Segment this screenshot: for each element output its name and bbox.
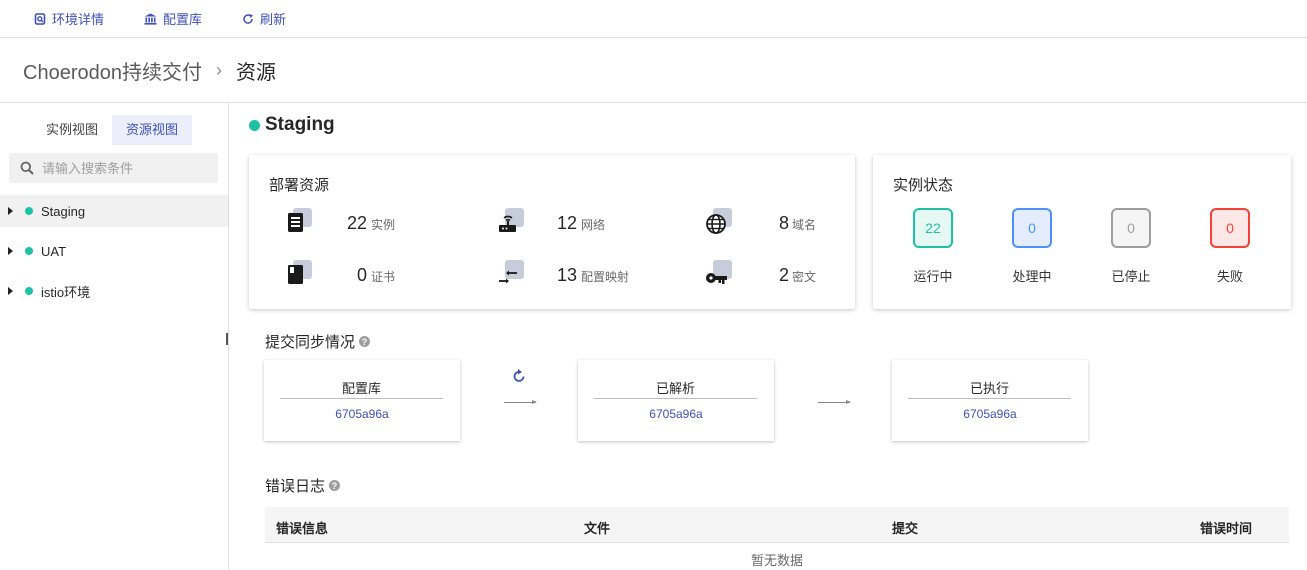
config-map-label: 配置映射 (581, 270, 630, 284)
sync-stage-parsed: 已解析 6705a96a (578, 360, 774, 441)
environment-name: Staging (265, 114, 335, 135)
column-header-file: 文件 (584, 521, 611, 536)
certificate-label: 证书 (371, 270, 396, 284)
sync-stage-label: 配置库 (280, 378, 443, 399)
sync-section-title: 提交同步情况 ? (265, 331, 371, 352)
expand-caret-icon[interactable] (8, 287, 13, 295)
tab-resource-view[interactable]: 资源视图 (112, 115, 193, 145)
status-failed-label: 失败 (1216, 269, 1243, 284)
error-log-table-header: 错误信息 文件 提交 错误时间 (265, 507, 1289, 543)
env-item-label: Staging (41, 203, 86, 219)
top-toolbar: 环境详情 配置库 刷新 (0, 0, 1307, 38)
network-label: 网络 (581, 218, 606, 232)
env-status-dot (25, 247, 33, 255)
config-repo-label: 配置库 (163, 12, 203, 27)
network-count: 12 (556, 213, 577, 233)
env-details-icon (34, 12, 46, 25)
instance-label: 实例 (371, 218, 396, 232)
sync-stage-label: 已执行 (908, 378, 1071, 399)
sync-stage-executed: 已执行 6705a96a (892, 360, 1088, 441)
instance-status-card: 实例状态 22 运行中 0 处理中 0 已停止 0 失败 (873, 155, 1291, 309)
domain-count: 8 (778, 213, 789, 233)
expand-caret-icon[interactable] (8, 247, 13, 255)
status-processing-box[interactable]: 0 (1012, 208, 1052, 248)
breadcrumb: Choerodon持续交付 › 资源 (0, 38, 1307, 103)
error-log-title-text: 错误日志 (265, 478, 326, 495)
status-stopped-box[interactable]: 0 (1111, 208, 1151, 248)
env-status-dot (249, 119, 260, 131)
status-running-label: 运行中 (913, 269, 953, 284)
column-header-error-info: 错误信息 (276, 521, 329, 536)
page-title: 资源 (235, 61, 276, 84)
env-details-label: 环境详情 (52, 12, 105, 27)
refresh-icon (243, 13, 254, 24)
secret-count: 2 (778, 265, 789, 285)
bank-icon (144, 13, 157, 25)
sync-arrow-icon (818, 400, 851, 404)
env-status-dot (25, 207, 33, 215)
refresh-label: 刷新 (260, 12, 287, 27)
search-box (9, 153, 218, 183)
deploy-resources-card: 部署资源 22 实例 12 网络 8 域名 0 证书 13 配置映射 2 密文 (249, 155, 855, 309)
certificate-count: 0 (356, 265, 367, 285)
env-item-label: istio环境 (41, 284, 91, 300)
tab-instance-view[interactable]: 实例视图 (32, 115, 112, 145)
breadcrumb-separator-icon: › (215, 59, 222, 80)
column-header-error-time: 错误时间 (1200, 521, 1253, 536)
expand-caret-icon[interactable] (8, 207, 13, 215)
help-icon[interactable]: ? (329, 480, 341, 491)
status-failed-box[interactable]: 0 (1210, 208, 1250, 248)
refresh-button[interactable]: 刷新 (242, 9, 286, 28)
column-header-commit: 提交 (892, 521, 919, 536)
instance-count: 22 (346, 213, 367, 233)
sidebar-resize-handle[interactable] (226, 333, 228, 345)
help-icon[interactable]: ? (359, 336, 371, 347)
sync-title-text: 提交同步情况 (265, 334, 356, 351)
deploy-resources-title: 部署资源 (269, 177, 330, 194)
sidebar: 实例视图 资源视图 Staging UAT istio环境 (0, 103, 229, 570)
sync-stage-commit[interactable]: 6705a96a (264, 407, 460, 421)
env-item-uat[interactable]: UAT (0, 235, 228, 267)
sync-stage-commit[interactable]: 6705a96a (892, 407, 1088, 421)
sync-stage-commit[interactable]: 6705a96a (578, 407, 774, 421)
env-status-dot (25, 287, 33, 295)
status-running-box[interactable]: 22 (913, 208, 953, 248)
config-map-count: 13 (556, 265, 577, 285)
sync-retry-icon[interactable] (511, 368, 527, 384)
search-icon (20, 161, 34, 175)
status-processing-label: 处理中 (1012, 269, 1052, 284)
error-log-title: 错误日志 ? (265, 475, 341, 496)
env-details-button[interactable]: 环境详情 (34, 9, 104, 28)
env-item-staging[interactable]: Staging (0, 195, 228, 227)
status-stopped-label: 已停止 (1111, 269, 1151, 284)
sync-arrow-icon (504, 400, 537, 404)
instance-status-title: 实例状态 (893, 177, 954, 194)
secret-label: 密文 (792, 270, 817, 284)
sync-stage-label: 已解析 (594, 378, 757, 399)
domain-label: 域名 (792, 218, 817, 232)
config-repo-button[interactable]: 配置库 (144, 9, 202, 28)
table-empty-text: 暂无数据 (750, 553, 803, 568)
env-item-istio[interactable]: istio环境 (0, 275, 228, 307)
view-tabs: 实例视图 资源视图 (32, 115, 193, 145)
breadcrumb-app[interactable]: Choerodon持续交付 (23, 56, 202, 85)
env-item-label: UAT (41, 243, 67, 259)
search-input[interactable] (42, 160, 202, 176)
sync-stage-config-repo: 配置库 6705a96a (264, 360, 460, 441)
environment-title: Staging (249, 114, 335, 136)
